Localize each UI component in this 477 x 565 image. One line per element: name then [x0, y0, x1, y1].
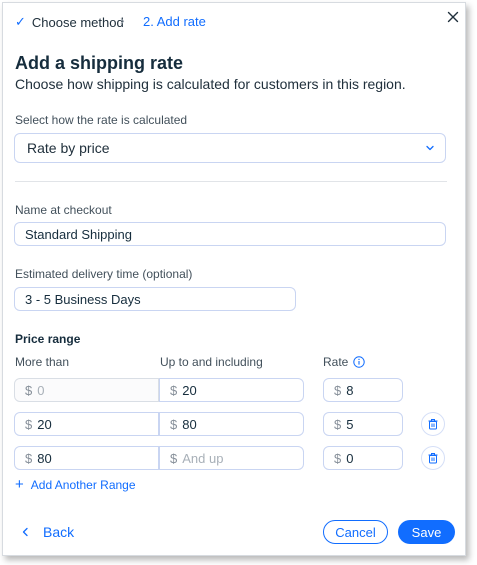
row2-more-than-value: 20: [37, 416, 52, 432]
row2-rate-value: 5: [346, 416, 354, 432]
checkout-name-input[interactable]: Standard Shipping: [14, 222, 446, 246]
column-more-than-label: More than: [15, 355, 70, 369]
check-icon: ✓: [15, 14, 26, 29]
info-icon[interactable]: [353, 356, 366, 368]
calculation-method-select[interactable]: Rate by price: [14, 133, 446, 163]
breadcrumb-step-add-rate: 2. Add rate: [143, 14, 206, 29]
column-rate-text: Rate: [323, 355, 349, 369]
add-another-range-label: Add Another Range: [30, 477, 136, 492]
currency-symbol: $: [334, 382, 342, 398]
save-button[interactable]: Save: [398, 520, 455, 544]
row1-rate-input[interactable]: $ 8: [323, 378, 403, 402]
chevron-down-icon: [426, 145, 434, 151]
column-rate-label: Rate: [323, 355, 366, 369]
calculation-method-value: Rate by price: [27, 140, 110, 156]
page-subtitle: Choose how shipping is calculated for cu…: [15, 76, 406, 92]
currency-symbol: $: [170, 416, 178, 432]
price-range-heading: Price range: [15, 332, 81, 346]
currency-symbol: $: [25, 450, 33, 466]
row2-up-to-value: 80: [182, 416, 197, 432]
back-button-label: Back: [43, 524, 75, 540]
chevron-left-icon: [22, 527, 28, 537]
row3-more-than-input[interactable]: $ 80: [14, 446, 159, 470]
row3-up-to-placeholder: And up: [182, 450, 224, 466]
back-button[interactable]: Back: [21, 524, 74, 540]
section-divider: [15, 181, 447, 182]
close-icon[interactable]: [445, 9, 461, 25]
row2-rate-input[interactable]: $ 5: [323, 412, 403, 436]
breadcrumb-step1-label: Choose method: [31, 14, 124, 30]
currency-symbol: $: [25, 382, 33, 398]
row1-up-to-input[interactable]: $ 20: [159, 378, 304, 402]
page-title: Add a shipping rate: [15, 53, 184, 73]
breadcrumb-step-choose-method[interactable]: ✓ Choose method: [15, 14, 124, 30]
row1-more-than-placeholder: 0: [37, 382, 45, 398]
breadcrumb-separator-icon: ›: [120, 12, 125, 28]
column-up-to-label: Up to and including: [160, 355, 263, 369]
row3-up-to-input[interactable]: $ And up: [159, 446, 304, 470]
currency-symbol: $: [170, 450, 178, 466]
currency-symbol: $: [334, 450, 342, 466]
row2-up-to-input[interactable]: $ 80: [159, 412, 304, 436]
row1-more-than-input[interactable]: $ 0: [14, 378, 159, 402]
row2-delete-button[interactable]: [421, 412, 445, 436]
checkout-name-label: Name at checkout: [15, 203, 112, 217]
row2-more-than-input[interactable]: $ 20: [14, 412, 159, 436]
currency-symbol: $: [334, 416, 342, 432]
row3-delete-button[interactable]: [421, 446, 445, 470]
cancel-button[interactable]: Cancel: [323, 520, 388, 544]
currency-symbol: $: [170, 382, 178, 398]
row1-up-to-value: 20: [182, 382, 197, 398]
delivery-time-label: Estimated delivery time (optional): [15, 267, 193, 281]
delivery-time-input[interactable]: 3 - 5 Business Days: [14, 287, 296, 311]
add-another-range-button[interactable]: + Add Another Range: [15, 477, 136, 492]
row3-rate-value: 0: [346, 450, 354, 466]
row1-rate-value: 8: [346, 382, 354, 398]
row3-rate-input[interactable]: $ 0: [323, 446, 403, 470]
currency-symbol: $: [25, 416, 33, 432]
row3-more-than-value: 80: [37, 450, 52, 466]
plus-icon: +: [15, 476, 24, 493]
calculation-method-label: Select how the rate is calculated: [15, 113, 188, 127]
trash-icon: [428, 419, 438, 430]
trash-icon: [428, 453, 438, 464]
add-shipping-rate-dialog: ✓ Choose method › 2. Add rate Add a ship…: [2, 2, 466, 556]
